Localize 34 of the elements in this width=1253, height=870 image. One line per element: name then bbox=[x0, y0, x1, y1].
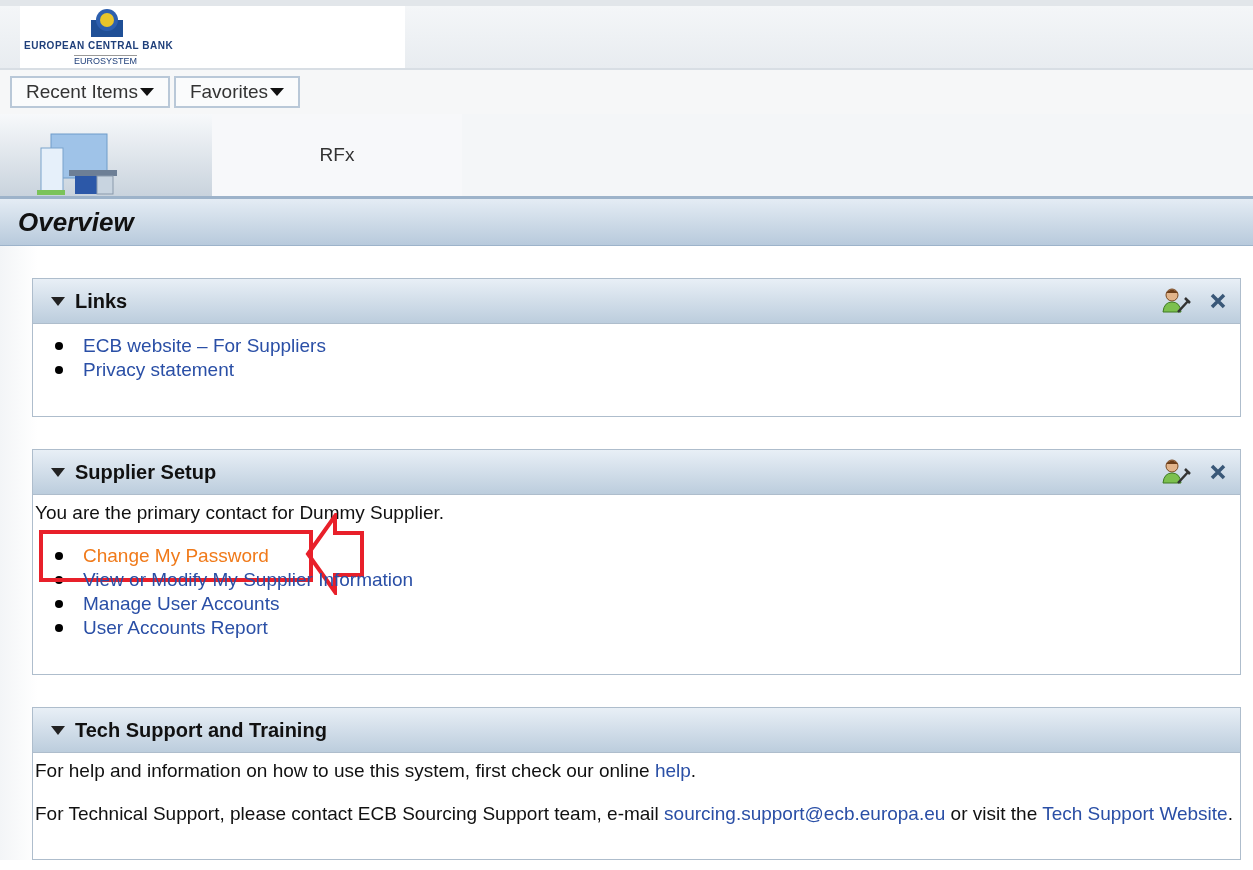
link[interactable]: sourcing.support@ecb.europa.eu bbox=[664, 803, 946, 824]
link[interactable]: User Accounts Report bbox=[83, 617, 268, 638]
bullet-icon bbox=[55, 552, 63, 560]
bullet-icon bbox=[55, 342, 63, 350]
paragraph: For help and information on how to use this system, first check our online help. bbox=[35, 759, 698, 782]
bullet-icon bbox=[55, 600, 63, 608]
collapse-toggle[interactable] bbox=[51, 725, 65, 735]
user-settings-icon[interactable] bbox=[1162, 459, 1192, 485]
page-title: Overview bbox=[18, 206, 134, 238]
paragraph: You are the primary contact for Dummy Supplier. bbox=[35, 501, 446, 524]
caret-icon bbox=[139, 88, 154, 96]
link[interactable]: ECB website – For Suppliers bbox=[83, 335, 326, 356]
collapse-toggle[interactable] bbox=[51, 296, 65, 306]
panel-title: Supplier Setup bbox=[75, 460, 217, 484]
close-icon[interactable] bbox=[1210, 293, 1226, 309]
logo-text: EUROPEAN CENTRAL BANK bbox=[24, 40, 174, 51]
link[interactable]: help bbox=[654, 760, 691, 781]
caret-icon bbox=[270, 88, 285, 96]
panel-title: Links bbox=[75, 289, 128, 313]
panel-title: Tech Support and Training bbox=[75, 718, 327, 742]
menu-dropdown[interactable]: Favorites bbox=[173, 76, 301, 108]
paragraph: For Technical Support, please contact ECB Sourcing Support team, e-mail sourcing.support@ecb.europa.eu or visit the Tech Support Website. bbox=[35, 802, 1234, 825]
emblem-icon bbox=[90, 8, 124, 38]
bullet-icon bbox=[55, 366, 63, 374]
link[interactable]: Tech Support Website bbox=[1042, 803, 1228, 824]
close-icon[interactable] bbox=[1210, 464, 1226, 480]
logo-subtitle: EUROSYSTEM bbox=[74, 55, 137, 66]
menu-dropdown[interactable]: Recent Items bbox=[10, 76, 170, 108]
user-settings-icon[interactable] bbox=[1162, 288, 1192, 314]
link[interactable]: Manage User Accounts bbox=[83, 593, 280, 614]
collapse-toggle[interactable] bbox=[51, 467, 65, 477]
link[interactable]: Privacy statement bbox=[83, 359, 234, 380]
bullet-icon bbox=[55, 576, 63, 584]
bullet-icon bbox=[55, 624, 63, 632]
